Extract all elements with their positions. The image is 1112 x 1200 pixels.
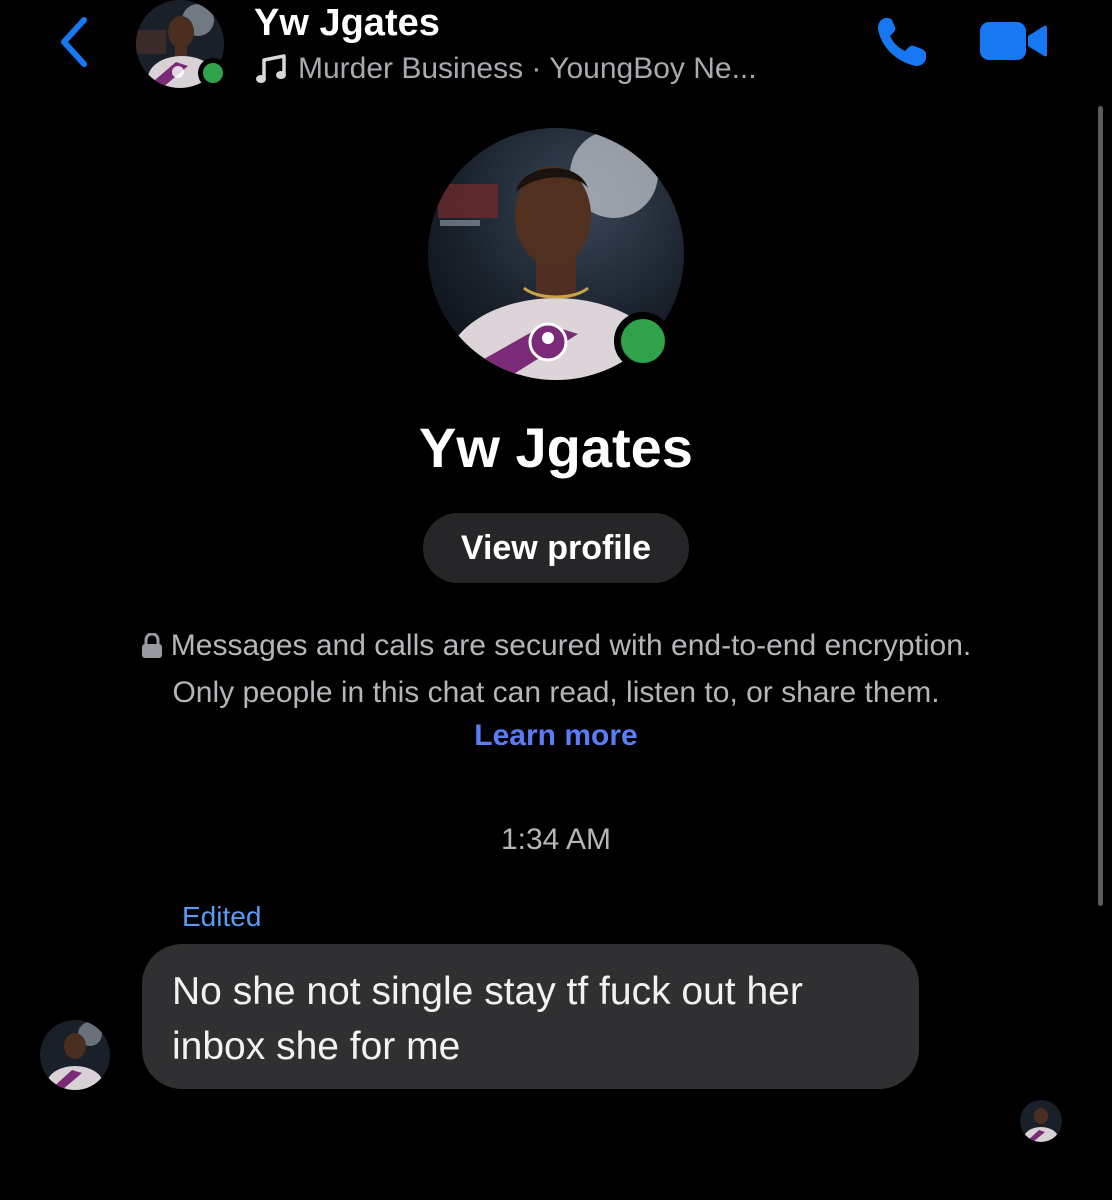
- header-contact-name[interactable]: Yw Jgates: [254, 0, 440, 46]
- phone-icon: [878, 18, 926, 66]
- view-profile-button[interactable]: View profile: [423, 513, 689, 583]
- message-timestamp: 1:34 AM: [500, 823, 612, 856]
- back-button[interactable]: [56, 14, 96, 70]
- audio-call-button[interactable]: [872, 12, 934, 72]
- profile-name: Yw Jgates: [419, 416, 693, 479]
- lock-icon: [141, 632, 162, 658]
- edited-label[interactable]: Edited: [182, 898, 261, 936]
- now-playing-status[interactable]: Murder Business · YoungBoy Ne...: [254, 50, 757, 88]
- encryption-line-1: Messages and calls are secured with end-…: [170, 629, 972, 662]
- avatar-image: [40, 1020, 110, 1090]
- scrollbar[interactable]: [1098, 106, 1103, 906]
- seen-receipt-avatar: [1020, 1100, 1062, 1142]
- encryption-line-2: Only people in this chat can read, liste…: [172, 676, 940, 709]
- sender-avatar[interactable]: [40, 1020, 110, 1090]
- learn-more-link[interactable]: Learn more: [0, 714, 1112, 758]
- video-camera-icon: [980, 22, 1047, 60]
- encryption-notice: Messages and calls are secured with end-…: [0, 622, 1112, 716]
- video-call-button[interactable]: [976, 16, 1050, 66]
- online-status-dot: [198, 58, 228, 88]
- avatar-image: [1020, 1100, 1062, 1142]
- music-note-icon: [256, 54, 286, 83]
- chevron-left-icon: [61, 17, 87, 67]
- online-status-dot-large: [614, 312, 672, 370]
- now-playing-text: Murder Business · YoungBoy Ne...: [298, 52, 757, 85]
- message-bubble[interactable]: No she not single stay tf fuck out her i…: [142, 944, 919, 1089]
